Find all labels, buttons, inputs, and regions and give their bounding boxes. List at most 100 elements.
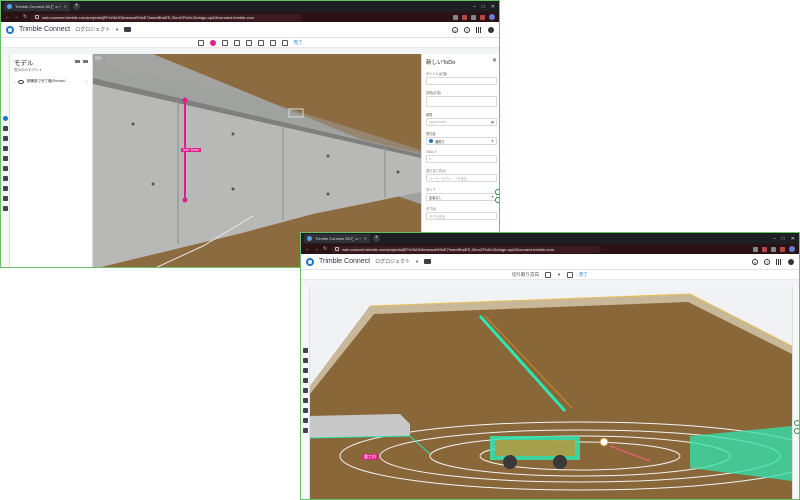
expand-icon[interactable]: › [14,80,15,84]
views-icon[interactable] [2,156,8,161]
maximize-icon[interactable]: □ [482,4,485,10]
extension-icon[interactable] [480,14,485,20]
tree-icon[interactable] [302,398,308,403]
extension-icon[interactable] [753,246,758,252]
close-window-icon[interactable]: ✕ [791,236,795,242]
todo-icon[interactable] [2,146,8,151]
search-icon[interactable]: ⌕ [452,26,458,33]
chevron-down-icon[interactable]: ▼ [115,27,119,32]
link-icon[interactable] [302,368,308,373]
calendar-icon[interactable]: ▦ [491,120,494,124]
model-filter[interactable]: 表示中のモデル ▾ [14,68,88,73]
todo-number-input[interactable]: 5 [426,155,497,163]
extension-icon[interactable] [471,14,476,20]
color-picker-icon[interactable] [209,39,216,46]
search-icon[interactable]: ⌕ [752,258,758,265]
reload-icon[interactable]: ↻ [323,244,327,254]
arrow-markup-icon[interactable] [245,39,252,46]
extension-icon[interactable] [780,246,785,252]
type-select[interactable]: 定義なし ▼ [426,193,497,201]
maximize-icon[interactable]: □ [782,236,785,242]
tag-icon[interactable] [2,196,8,201]
address-input[interactable]: web.connect.trimble.com/projects/jEFeOkH… [331,245,602,253]
user-icon[interactable] [488,26,494,33]
clear-markup-icon[interactable] [269,39,276,46]
measurement-point[interactable] [182,97,188,103]
tree-icon[interactable] [2,176,8,181]
forward-icon[interactable]: → [14,12,19,22]
new-tab-icon[interactable]: + [373,235,380,242]
camera-icon[interactable] [2,166,8,171]
layers-icon[interactable] [302,358,308,363]
table-icon[interactable] [2,186,8,191]
line-markup-icon[interactable] [233,39,240,46]
tab-close-icon[interactable]: ✕ [364,236,367,241]
tab-close-icon[interactable]: ✕ [64,4,67,9]
assignee-input[interactable]: ユーザーかグループを追加 [426,174,497,182]
apps-grid-icon[interactable] [476,26,482,33]
model-list-item[interactable]: › 鋼構造で完了機(Rmodel... ⋮ [14,79,88,84]
chevron-down-icon[interactable]: ▼ [415,259,419,264]
minimize-icon[interactable]: – [773,236,776,242]
3d-viewport[interactable]: 重工机 [310,286,792,499]
done-button[interactable]: 完了 [294,40,303,46]
tag-icon[interactable] [302,418,308,423]
cloud-markup-icon[interactable] [221,39,228,46]
project-selector[interactable]: ログロジェクト [75,26,110,33]
project-selector[interactable]: ログロジェクト [375,258,410,265]
extension-icon[interactable] [462,14,467,20]
help-rail-icon[interactable] [2,206,8,211]
title-input[interactable] [426,77,497,85]
delete-icon[interactable] [566,271,573,278]
reload-icon[interactable]: ↻ [23,12,27,22]
help-rail-icon[interactable] [302,428,308,433]
info-icon[interactable] [2,116,8,121]
close-icon[interactable]: ✕ [492,57,497,64]
forward-icon[interactable]: → [314,244,319,254]
help-icon[interactable]: ? [764,258,770,265]
panel-handle-icon[interactable] [794,428,799,434]
todo-icon[interactable] [302,378,308,383]
section-plane-icon[interactable] [545,271,552,278]
extension-icon[interactable] [762,246,767,252]
profile-avatar-icon[interactable] [789,246,795,252]
close-window-icon[interactable]: ✕ [491,4,495,10]
panel-handle-icon[interactable] [495,189,499,195]
priority-select[interactable]: 通常た ▼ [426,137,497,145]
add-model-icon[interactable] [83,60,88,63]
browser-tab[interactable]: Trimble Connect 3Dビューア・Bo... ✕ [304,234,370,243]
new-tab-icon[interactable]: + [73,3,80,10]
more-options-icon[interactable]: ⋮ [84,79,88,84]
address-input[interactable]: web.connect.trimble.com/projects/jEFeOkH… [31,13,302,21]
folder-icon[interactable] [424,259,432,264]
text-markup-icon[interactable] [257,39,264,46]
back-icon[interactable]: ← [5,12,10,22]
browser-tab[interactable]: Trimble Connect 3Dビューア・Bo... ✕ [4,2,70,11]
chevron-down-icon[interactable]: ▼ [557,272,561,277]
link-icon[interactable] [2,136,8,141]
due-date-input[interactable]: yyyy/mm/dd ▦ [426,118,497,126]
apps-grid-icon[interactable] [776,258,782,265]
description-textarea[interactable] [426,96,497,107]
info-icon[interactable] [302,348,308,353]
user-icon[interactable] [788,258,794,265]
layers-icon[interactable] [2,126,8,131]
camera-icon[interactable] [302,388,308,393]
back-icon[interactable]: ← [305,244,310,254]
measurement-point[interactable] [182,197,188,203]
minimize-icon[interactable]: – [473,4,476,10]
panel-handle-icon[interactable] [794,420,799,426]
cursor-tool-icon[interactable] [197,39,204,46]
table-icon[interactable] [302,408,308,413]
visibility-eye-icon[interactable] [18,79,24,84]
panel-handle-icon[interactable] [495,197,499,203]
done-button[interactable]: 完了 [579,272,588,278]
folder-icon[interactable] [124,27,132,32]
tag-input[interactable]: タグを追加 [426,212,497,220]
help-icon[interactable]: ? [464,26,470,33]
save-view-icon[interactable] [281,39,288,46]
extension-icon[interactable] [771,246,776,252]
extension-icon[interactable] [453,14,458,20]
profile-avatar-icon[interactable] [489,14,495,20]
sort-icon[interactable] [75,60,80,63]
